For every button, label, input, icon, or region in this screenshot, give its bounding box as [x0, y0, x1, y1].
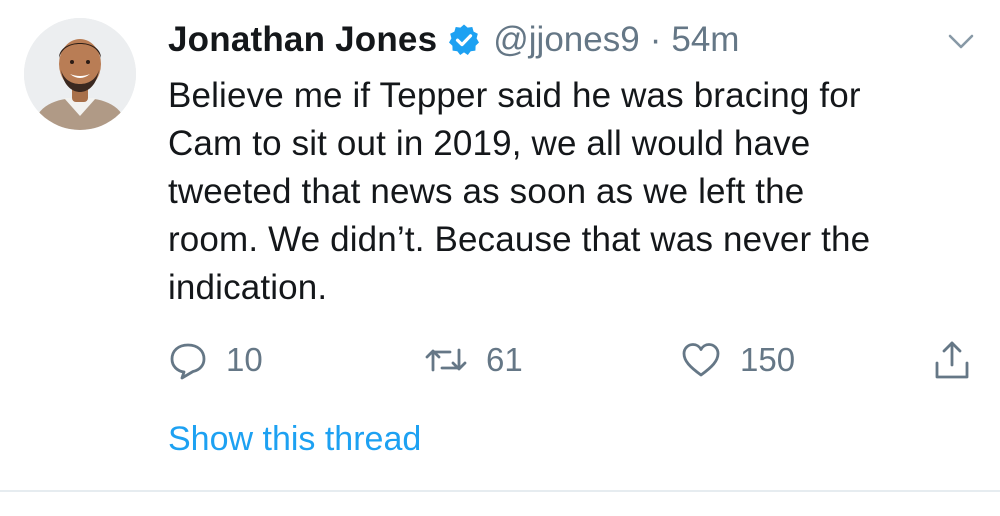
avatar[interactable] [24, 18, 136, 130]
tweet-text: Believe me if Tepper said he was bracing… [168, 76, 871, 307]
show-thread-link[interactable]: Show this thread [168, 420, 421, 459]
retweet-button[interactable]: 61 [424, 330, 523, 390]
share-icon [932, 339, 972, 381]
reply-icon [168, 340, 208, 380]
verified-badge-icon [447, 23, 481, 57]
author-handle[interactable]: @jjones9 [493, 20, 639, 60]
like-count: 150 [740, 341, 796, 378]
heart-icon [680, 340, 722, 380]
like-button[interactable]: 150 [680, 330, 795, 390]
reply-button[interactable]: 10 [168, 330, 263, 390]
avatar-image [24, 18, 136, 130]
reply-count: 10 [226, 341, 263, 378]
chevron-down-icon[interactable] [944, 28, 978, 54]
retweet-icon [424, 340, 468, 380]
separator-dot: · [649, 20, 662, 59]
tweet-actions: 10 61 150 [168, 330, 978, 390]
divider [0, 490, 1000, 492]
author-name[interactable]: Jonathan Jones [168, 20, 437, 60]
timestamp[interactable]: 54m [671, 20, 739, 60]
retweet-count: 61 [486, 341, 523, 378]
tweet-header: Jonathan Jones @jjones9 · 54m [168, 14, 739, 66]
share-button[interactable] [932, 330, 972, 390]
tweet[interactable]: Jonathan Jones @jjones9 · 54m Believe me… [0, 0, 1000, 516]
